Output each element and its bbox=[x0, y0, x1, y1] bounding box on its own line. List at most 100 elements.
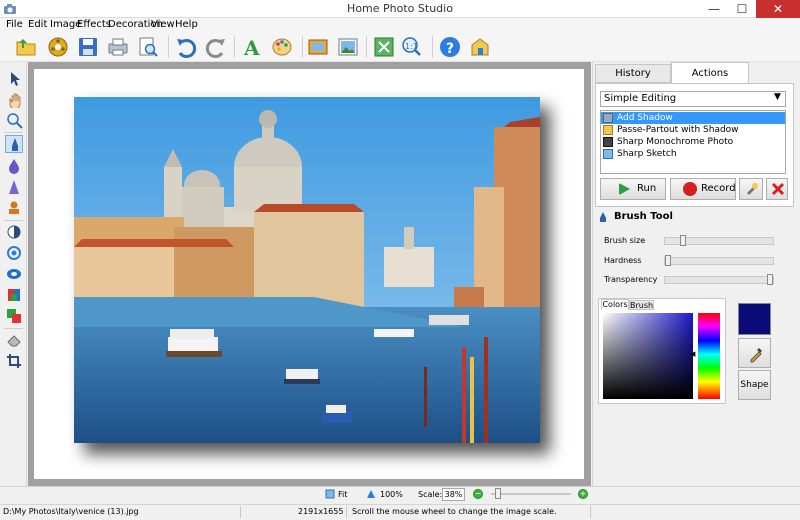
record-icon bbox=[683, 182, 697, 196]
list-item[interactable]: Sharp Monochrome Photo bbox=[601, 136, 785, 148]
transparency-slider[interactable] bbox=[664, 276, 774, 284]
crop-icon[interactable] bbox=[5, 352, 23, 370]
tools-panel bbox=[0, 62, 27, 490]
status-separator bbox=[590, 506, 591, 518]
palette-icon[interactable] bbox=[270, 35, 294, 59]
toolbar-separator bbox=[234, 36, 235, 58]
menu-help[interactable]: Help bbox=[175, 19, 198, 30]
sharpen-cone-icon[interactable] bbox=[5, 178, 23, 196]
list-item[interactable]: Add Shadow bbox=[601, 112, 785, 124]
redo-icon[interactable] bbox=[204, 35, 228, 59]
tab-colors[interactable]: Colors bbox=[601, 299, 629, 310]
menu-edit[interactable]: Edit bbox=[28, 19, 47, 30]
status-separator bbox=[346, 506, 347, 518]
zoom-in-button[interactable]: + bbox=[578, 489, 588, 499]
action-label: Add Shadow bbox=[617, 113, 673, 123]
brush-icon[interactable] bbox=[5, 135, 23, 153]
brightness-icon[interactable] bbox=[5, 223, 23, 241]
delete-action-button[interactable] bbox=[766, 178, 788, 200]
list-item[interactable]: Passe-Partout with Shadow bbox=[601, 124, 785, 136]
blur-drop-icon[interactable] bbox=[5, 157, 23, 175]
eyedropper-button[interactable] bbox=[738, 338, 771, 368]
tools-separator bbox=[4, 328, 23, 329]
scale-label: Scale: bbox=[418, 490, 443, 499]
list-item[interactable]: Sharp Sketch bbox=[601, 148, 785, 160]
frame-icon[interactable] bbox=[306, 35, 330, 59]
fit-icon[interactable] bbox=[325, 489, 335, 499]
menu-effects[interactable]: Effects bbox=[77, 19, 111, 30]
shadow-action-icon bbox=[603, 113, 613, 123]
pointer-icon[interactable] bbox=[5, 69, 23, 87]
toolbar-separator bbox=[302, 36, 303, 58]
print-preview-icon[interactable] bbox=[136, 35, 160, 59]
close-button[interactable]: ✕ bbox=[756, 0, 800, 18]
actual-size-icon[interactable]: 1:1 bbox=[400, 35, 424, 59]
record-button[interactable]: Record bbox=[670, 178, 736, 200]
transparency-label: Transparency bbox=[604, 275, 658, 284]
brush-tool-title: Brush Tool bbox=[614, 211, 673, 222]
run-button[interactable]: Run bbox=[600, 178, 666, 200]
help-icon[interactable]: ? bbox=[438, 35, 462, 59]
actual-size-zoom-icon[interactable] bbox=[366, 489, 376, 499]
status-separator bbox=[240, 506, 241, 518]
saturation-icon[interactable] bbox=[5, 265, 23, 283]
editing-mode-select[interactable]: Simple Editing bbox=[600, 91, 786, 107]
tab-brush[interactable]: Brush bbox=[629, 300, 654, 310]
brush-tool-icon bbox=[600, 212, 606, 222]
tab-actions[interactable]: Actions bbox=[671, 62, 749, 84]
hardness-slider[interactable] bbox=[664, 257, 774, 265]
current-color-swatch[interactable] bbox=[738, 303, 771, 335]
save-icon[interactable] bbox=[76, 35, 100, 59]
hand-icon[interactable] bbox=[5, 90, 23, 110]
open-folder-icon[interactable] bbox=[14, 35, 38, 59]
zoom-icon[interactable] bbox=[5, 111, 23, 129]
status-dimensions: 2191x1655 bbox=[298, 507, 344, 516]
scale-input[interactable]: 38% bbox=[442, 488, 465, 501]
chevron-down-icon[interactable]: ▼ bbox=[774, 92, 781, 102]
color-balance-icon[interactable] bbox=[5, 286, 23, 304]
stamp-icon[interactable] bbox=[5, 199, 23, 217]
zoom-slider[interactable] bbox=[491, 493, 571, 495]
fit-screen-icon[interactable] bbox=[372, 35, 396, 59]
tab-history[interactable]: History bbox=[595, 64, 671, 83]
film-reel-icon[interactable] bbox=[46, 35, 70, 59]
image-canvas[interactable] bbox=[28, 62, 591, 486]
home-box-icon[interactable] bbox=[468, 35, 492, 59]
delete-x-icon bbox=[771, 182, 785, 196]
status-file-path: D:\My Photos\Italy\venice (13).jpg bbox=[3, 507, 139, 516]
color-gradient-field[interactable] bbox=[603, 313, 693, 399]
venice-photo bbox=[74, 97, 540, 443]
color-replace-icon[interactable] bbox=[5, 307, 23, 325]
monochrome-action-icon bbox=[603, 137, 613, 147]
full-size-button[interactable]: 100% bbox=[380, 490, 403, 499]
minimize-button[interactable]: — bbox=[700, 0, 728, 18]
menu-bar: File Edit Image Effects Decoration View … bbox=[0, 18, 800, 32]
fit-button[interactable]: Fit bbox=[338, 490, 347, 499]
edit-action-button[interactable] bbox=[739, 178, 763, 200]
eyedropper-icon bbox=[750, 348, 762, 363]
window-title: Home Photo Studio bbox=[347, 2, 453, 15]
maximize-button[interactable]: ☐ bbox=[728, 0, 756, 18]
toolbar-separator bbox=[366, 36, 367, 58]
hardness-thumb[interactable] bbox=[665, 255, 671, 266]
title-bar: Home Photo Studio — ☐ ✕ bbox=[0, 0, 800, 18]
menu-view[interactable]: View bbox=[151, 19, 175, 30]
contrast-icon[interactable] bbox=[5, 244, 23, 262]
brush-size-thumb[interactable] bbox=[680, 235, 687, 246]
menu-file[interactable]: File bbox=[6, 19, 23, 30]
shape-button[interactable]: Shape bbox=[738, 370, 771, 400]
hue-marker-icon[interactable]: ◀ bbox=[690, 350, 695, 358]
action-label: Sharp Monochrome Photo bbox=[617, 137, 734, 147]
tools-separator bbox=[4, 132, 23, 133]
picture-icon[interactable] bbox=[336, 35, 360, 59]
undo-icon[interactable] bbox=[174, 35, 198, 59]
zoom-slider-thumb[interactable] bbox=[494, 488, 501, 499]
hue-strip[interactable] bbox=[698, 313, 720, 399]
action-label: Sharp Sketch bbox=[617, 149, 677, 159]
text-icon[interactable]: A bbox=[240, 35, 264, 60]
run-label: Run bbox=[637, 183, 657, 194]
transparency-thumb[interactable] bbox=[767, 274, 773, 285]
print-icon[interactable] bbox=[106, 35, 130, 59]
zoom-out-button[interactable]: − bbox=[473, 489, 483, 499]
eraser-icon[interactable] bbox=[5, 331, 23, 349]
